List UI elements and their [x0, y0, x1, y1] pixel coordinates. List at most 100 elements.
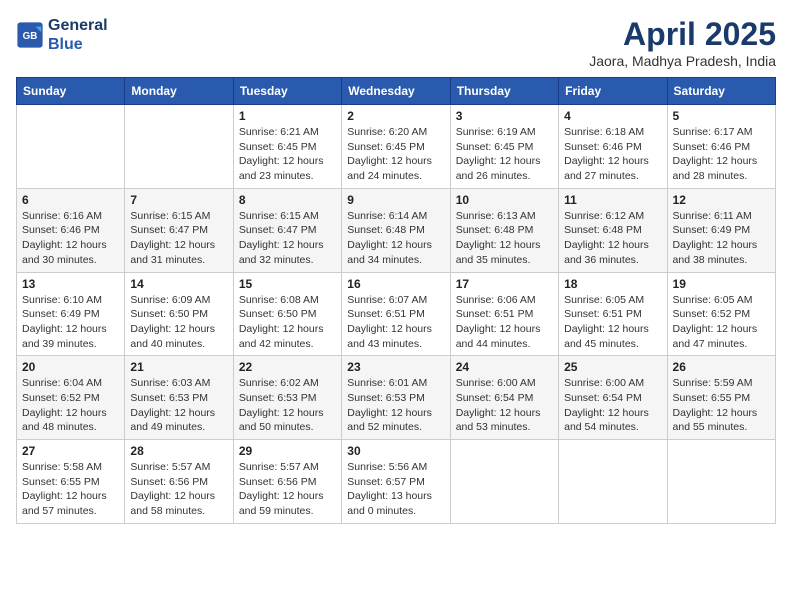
daylight-text: Daylight: 12 hours and 31 minutes.	[130, 238, 227, 267]
sunrise-text: Sunrise: 6:05 AM	[673, 293, 770, 308]
svg-text:GB: GB	[23, 31, 38, 42]
day-info: Sunrise: 6:18 AMSunset: 6:46 PMDaylight:…	[564, 125, 661, 184]
calendar-cell: 17Sunrise: 6:06 AMSunset: 6:51 PMDayligh…	[450, 272, 558, 356]
calendar-cell: 28 Sunrise: 5:57 AMSunset: 6:56 PMDayligh…	[125, 440, 233, 524]
sunset-text: Sunset: 6:53 PM	[130, 391, 227, 406]
day-info: Sunrise: 6:07 AMSunset: 6:51 PMDaylight:…	[347, 293, 444, 352]
day-info: Sunrise: 5:57 AMSunset: 6:56 PMDaylight:…	[130, 460, 227, 519]
sunrise-text: Sunrise: 6:07 AM	[347, 293, 444, 308]
sunset-text: Sunset: 6:45 PM	[347, 140, 444, 155]
day-info: Sunrise: 6:01 AMSunset: 6:53 PMDaylight:…	[347, 376, 444, 435]
sunset-text: Sunset: 6:49 PM	[22, 307, 119, 322]
daylight-text: Daylight: 12 hours and 24 minutes.	[347, 154, 444, 183]
daylight-text: Daylight: 12 hours and 38 minutes.	[673, 238, 770, 267]
calendar-cell: 29 Sunrise: 5:57 AMSunset: 6:56 PMDayligh…	[233, 440, 341, 524]
sunset-text: Sunset: 6:46 PM	[564, 140, 661, 155]
calendar-cell: 6Sunrise: 6:16 AMSunset: 6:46 PMDaylight…	[17, 188, 125, 272]
calendar-cell: 30 Sunrise: 5:56 AMSunset: 6:57 PMDayligh…	[342, 440, 450, 524]
day-number: 12	[673, 193, 770, 207]
sunrise-text: Sunrise: 6:19 AM	[456, 125, 553, 140]
sunset-text: Sunset: 6:56 PM	[130, 475, 227, 490]
day-number: 1	[239, 109, 336, 123]
day-info: Sunrise: 5:59 AMSunset: 6:55 PMDaylight:…	[673, 376, 770, 435]
day-number: 16	[347, 277, 444, 291]
day-number: 25	[564, 360, 661, 374]
location-subtitle: Jaora, Madhya Pradesh, India	[589, 53, 776, 69]
day-number: 2	[347, 109, 444, 123]
day-number: 14	[130, 277, 227, 291]
sunset-text: Sunset: 6:48 PM	[456, 223, 553, 238]
day-info: Sunrise: 6:05 AMSunset: 6:51 PMDaylight:…	[564, 293, 661, 352]
day-number: 29	[239, 444, 336, 458]
sunset-text: Sunset: 6:47 PM	[239, 223, 336, 238]
calendar-week-row: 13Sunrise: 6:10 AMSunset: 6:49 PMDayligh…	[17, 272, 776, 356]
sunset-text: Sunset: 6:55 PM	[673, 391, 770, 406]
day-number: 7	[130, 193, 227, 207]
sunrise-text: Sunrise: 6:01 AM	[347, 376, 444, 391]
sunset-text: Sunset: 6:50 PM	[239, 307, 336, 322]
day-number: 19	[673, 277, 770, 291]
day-number: 6	[22, 193, 119, 207]
sunset-text: Sunset: 6:54 PM	[456, 391, 553, 406]
day-info: Sunrise: 6:08 AMSunset: 6:50 PMDaylight:…	[239, 293, 336, 352]
daylight-text: Daylight: 12 hours and 48 minutes.	[22, 406, 119, 435]
calendar-cell: 5Sunrise: 6:17 AMSunset: 6:46 PMDaylight…	[667, 105, 775, 189]
daylight-text: Daylight: 12 hours and 23 minutes.	[239, 154, 336, 183]
day-info: Sunrise: 6:04 AMSunset: 6:52 PMDaylight:…	[22, 376, 119, 435]
daylight-text: Daylight: 12 hours and 55 minutes.	[673, 406, 770, 435]
weekday-header-thursday: Thursday	[450, 78, 558, 105]
daylight-text: Daylight: 12 hours and 59 minutes.	[239, 489, 336, 518]
sunrise-text: Sunrise: 6:16 AM	[22, 209, 119, 224]
day-info: Sunrise: 5:56 AMSunset: 6:57 PMDaylight:…	[347, 460, 444, 519]
calendar-cell: 24Sunrise: 6:00 AMSunset: 6:54 PMDayligh…	[450, 356, 558, 440]
calendar-body: 1Sunrise: 6:21 AMSunset: 6:45 PMDaylight…	[17, 105, 776, 524]
calendar-cell: 14Sunrise: 6:09 AMSunset: 6:50 PMDayligh…	[125, 272, 233, 356]
calendar-cell: 12Sunrise: 6:11 AMSunset: 6:49 PMDayligh…	[667, 188, 775, 272]
day-number: 26	[673, 360, 770, 374]
day-number: 9	[347, 193, 444, 207]
calendar-cell: 25 Sunrise: 6:00 AMSunset: 6:54 PMDayligh…	[559, 356, 667, 440]
sunrise-text: Sunrise: 6:03 AM	[130, 376, 227, 391]
day-number: 5	[673, 109, 770, 123]
day-info: Sunrise: 6:05 AMSunset: 6:52 PMDaylight:…	[673, 293, 770, 352]
day-number: 28	[130, 444, 227, 458]
page-header: GB General Blue April 2025 Jaora, Madhya…	[16, 16, 776, 69]
weekday-header-friday: Friday	[559, 78, 667, 105]
day-number: 13	[22, 277, 119, 291]
day-info: Sunrise: 6:15 AMSunset: 6:47 PMDaylight:…	[239, 209, 336, 268]
day-number: 30	[347, 444, 444, 458]
sunrise-text: Sunrise: 6:12 AM	[564, 209, 661, 224]
calendar-cell: 4 Sunrise: 6:18 AMSunset: 6:46 PMDaylight…	[559, 105, 667, 189]
calendar-week-row: 27Sunrise: 5:58 AMSunset: 6:55 PMDayligh…	[17, 440, 776, 524]
day-info: Sunrise: 6:00 AMSunset: 6:54 PMDaylight:…	[564, 376, 661, 435]
sunset-text: Sunset: 6:49 PM	[673, 223, 770, 238]
daylight-text: Daylight: 12 hours and 28 minutes.	[673, 154, 770, 183]
calendar-cell	[667, 440, 775, 524]
sunrise-text: Sunrise: 5:59 AM	[673, 376, 770, 391]
sunset-text: Sunset: 6:47 PM	[130, 223, 227, 238]
sunrise-text: Sunrise: 6:08 AM	[239, 293, 336, 308]
calendar-cell: 20 Sunrise: 6:04 AMSunset: 6:52 PMDayligh…	[17, 356, 125, 440]
sunrise-text: Sunrise: 6:21 AM	[239, 125, 336, 140]
calendar-cell: 9Sunrise: 6:14 AMSunset: 6:48 PMDaylight…	[342, 188, 450, 272]
calendar-cell	[17, 105, 125, 189]
sunrise-text: Sunrise: 6:15 AM	[130, 209, 227, 224]
daylight-text: Daylight: 12 hours and 45 minutes.	[564, 322, 661, 351]
day-number: 20	[22, 360, 119, 374]
daylight-text: Daylight: 12 hours and 35 minutes.	[456, 238, 553, 267]
daylight-text: Daylight: 12 hours and 50 minutes.	[239, 406, 336, 435]
sunset-text: Sunset: 6:45 PM	[239, 140, 336, 155]
day-info: Sunrise: 6:20 AMSunset: 6:45 PMDaylight:…	[347, 125, 444, 184]
sunset-text: Sunset: 6:56 PM	[239, 475, 336, 490]
calendar-header: SundayMondayTuesdayWednesdayThursdayFrid…	[17, 78, 776, 105]
day-info: Sunrise: 6:03 AMSunset: 6:53 PMDaylight:…	[130, 376, 227, 435]
sunrise-text: Sunrise: 5:57 AM	[239, 460, 336, 475]
day-number: 4	[564, 109, 661, 123]
logo-icon: GB	[16, 21, 44, 49]
daylight-text: Daylight: 12 hours and 32 minutes.	[239, 238, 336, 267]
calendar-cell: 18 Sunrise: 6:05 AMSunset: 6:51 PMDayligh…	[559, 272, 667, 356]
weekday-header-row: SundayMondayTuesdayWednesdayThursdayFrid…	[17, 78, 776, 105]
calendar-week-row: 6Sunrise: 6:16 AMSunset: 6:46 PMDaylight…	[17, 188, 776, 272]
day-number: 18	[564, 277, 661, 291]
sunset-text: Sunset: 6:48 PM	[347, 223, 444, 238]
